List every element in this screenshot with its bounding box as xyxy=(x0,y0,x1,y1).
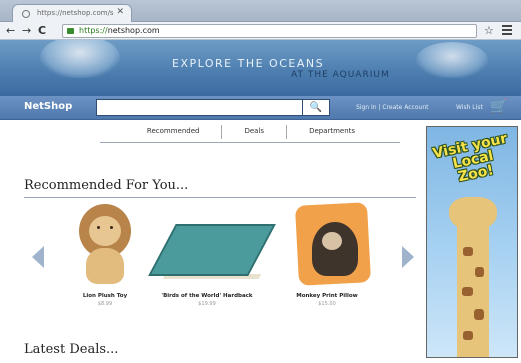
product-card[interactable]: Monkey Print Pillow $15.00 xyxy=(272,202,382,307)
tab-departments[interactable]: Departments xyxy=(287,125,377,139)
tab-recommended[interactable]: Recommended xyxy=(125,125,223,139)
address-bar-row: ← → C https://netshop.com ☆ xyxy=(0,22,521,40)
product-name[interactable]: 'Birds of the World' Hardback xyxy=(152,293,262,299)
latest-deals-heading: Latest Deals... xyxy=(24,342,119,357)
product-name[interactable]: Lion Plush Toy xyxy=(50,293,160,299)
browser-tab[interactable]: https://netshop.com/s ✕ xyxy=(12,4,132,22)
reload-icon[interactable]: C xyxy=(38,24,46,38)
site-logo[interactable]: NetShop xyxy=(24,101,72,112)
wishlist-link[interactable]: Wish List xyxy=(456,104,483,111)
url-field[interactable]: https://netshop.com xyxy=(62,24,477,38)
product-card[interactable]: Lion Plush Toy $8.99 xyxy=(50,204,160,307)
divider xyxy=(100,142,400,143)
banner-headline: EXPLORE THE OCEANS xyxy=(172,57,325,70)
cart-icon[interactable]: 🛒 xyxy=(490,100,507,114)
product-price: $8.99 xyxy=(97,301,113,307)
aquarium-banner[interactable]: EXPLORE THE OCEANS AT THE AQUARIUM xyxy=(0,40,521,96)
favicon-icon xyxy=(22,10,30,18)
product-name[interactable]: Monkey Print Pillow xyxy=(272,293,382,299)
lion-plush-image[interactable] xyxy=(50,204,160,290)
product-price: $19.99 xyxy=(198,301,216,307)
giraffe-head-image xyxy=(449,197,497,231)
book-image[interactable] xyxy=(148,204,276,290)
sign-in-link[interactable]: Sign In | Create Account xyxy=(356,104,428,111)
site-header: NetShop 🔍 Sign In | Create Account Wish … xyxy=(0,96,521,120)
search-input[interactable] xyxy=(96,99,330,116)
url-scheme: https:// xyxy=(79,26,108,35)
product-card[interactable]: 'Birds of the World' Hardback $19.99 xyxy=(148,204,276,307)
recommended-heading: Recommended For You... xyxy=(24,178,189,193)
sub-navigation: Recommended Deals Departments xyxy=(96,125,406,139)
search-button[interactable]: 🔍 xyxy=(302,99,330,116)
carousel-prev-arrow-icon[interactable] xyxy=(32,246,44,268)
hamburger-icon[interactable] xyxy=(502,25,512,37)
browser-tab-strip: https://netshop.com/s ✕ xyxy=(0,0,521,22)
forward-arrow-icon[interactable]: → xyxy=(22,24,31,38)
back-arrow-icon[interactable]: ← xyxy=(6,24,15,38)
banner-subline: AT THE AQUARIUM xyxy=(291,70,390,80)
ad-headline: Visit your Local Zoo! xyxy=(431,130,509,186)
product-price: $15.00 xyxy=(318,301,336,307)
url-host: netshop.com xyxy=(107,26,160,35)
monkey-pillow-image[interactable] xyxy=(272,202,382,290)
tab-title: https://netshop.com/s xyxy=(37,9,114,17)
jellyfish-image xyxy=(416,42,488,78)
lock-icon xyxy=(67,28,74,34)
zoo-advertisement[interactable]: Visit your Local Zoo! xyxy=(426,126,518,358)
divider xyxy=(24,197,416,198)
jellyfish-image xyxy=(40,40,120,78)
search-icon: 🔍 xyxy=(309,102,323,113)
close-tab-icon[interactable]: ✕ xyxy=(116,7,124,17)
carousel-next-arrow-icon[interactable] xyxy=(402,246,414,268)
tab-deals[interactable]: Deals xyxy=(222,125,288,139)
star-icon[interactable]: ☆ xyxy=(484,24,494,37)
